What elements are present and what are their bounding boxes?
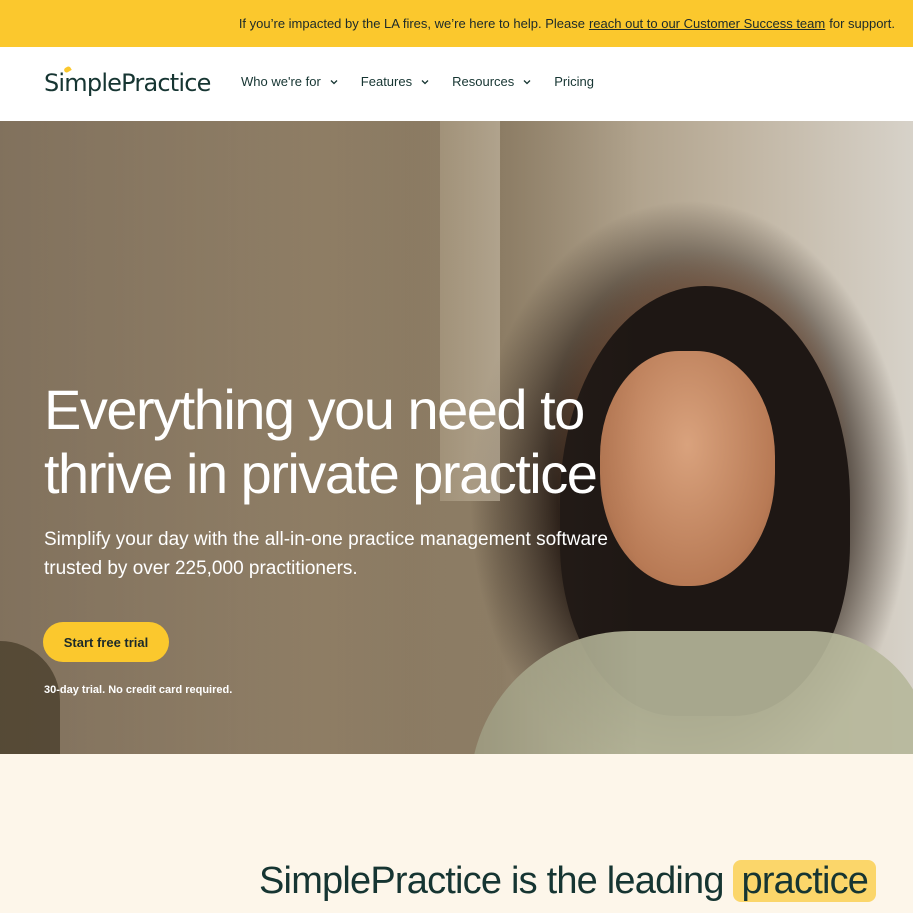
nav-features[interactable]: Features	[361, 74, 430, 89]
logo[interactable]: SimplePractice	[44, 69, 211, 97]
nav-resources[interactable]: Resources	[452, 74, 532, 89]
nav-label: Resources	[452, 74, 515, 89]
section-heading-text: SimplePractice is the leading	[259, 860, 725, 902]
top-navigation: SimplePractice Who we're for Features Re…	[0, 47, 913, 121]
nav-label: Features	[360, 74, 413, 89]
start-free-trial-button[interactable]: Start free trial	[43, 622, 169, 662]
hero-subtitle: Simplify your day with the all-in-one pr…	[44, 525, 664, 583]
nav-label: Who we're for	[241, 74, 321, 89]
nav-who-were-for[interactable]: Who we're for	[241, 74, 339, 89]
section-heading: SimplePractice is the leading practice	[259, 860, 877, 903]
chevron-down-icon	[421, 79, 429, 84]
hero-title-line: Everything you need to	[44, 378, 585, 441]
main-nav: Who we're for Features Resources Pricing	[241, 74, 616, 89]
section-heading-highlight: practice	[733, 860, 877, 902]
hero-title-line: thrive in private practice	[44, 442, 598, 505]
trial-note: 30-day trial. No credit card required.	[44, 684, 233, 696]
chevron-down-icon	[330, 79, 338, 84]
hero-subtitle-line: trusted by over 225,000 practitioners.	[44, 558, 358, 579]
nav-label: Pricing	[554, 74, 594, 89]
hero-subtitle-line: Simplify your day with the all-in-one pr…	[44, 529, 608, 550]
banner-text: If you’re impacted by the LA fires, we’r…	[238, 16, 585, 31]
nav-pricing[interactable]: Pricing	[554, 74, 594, 89]
hero-title: Everything you need to thrive in private…	[44, 378, 684, 506]
announcement-banner: If you’re impacted by the LA fires, we’r…	[0, 0, 913, 47]
hero-section: Everything you need to thrive in private…	[0, 121, 913, 754]
banner-text-end: for support.	[829, 16, 895, 31]
chevron-down-icon	[523, 79, 531, 84]
customer-success-link[interactable]: reach out to our Customer Success team	[589, 16, 825, 31]
